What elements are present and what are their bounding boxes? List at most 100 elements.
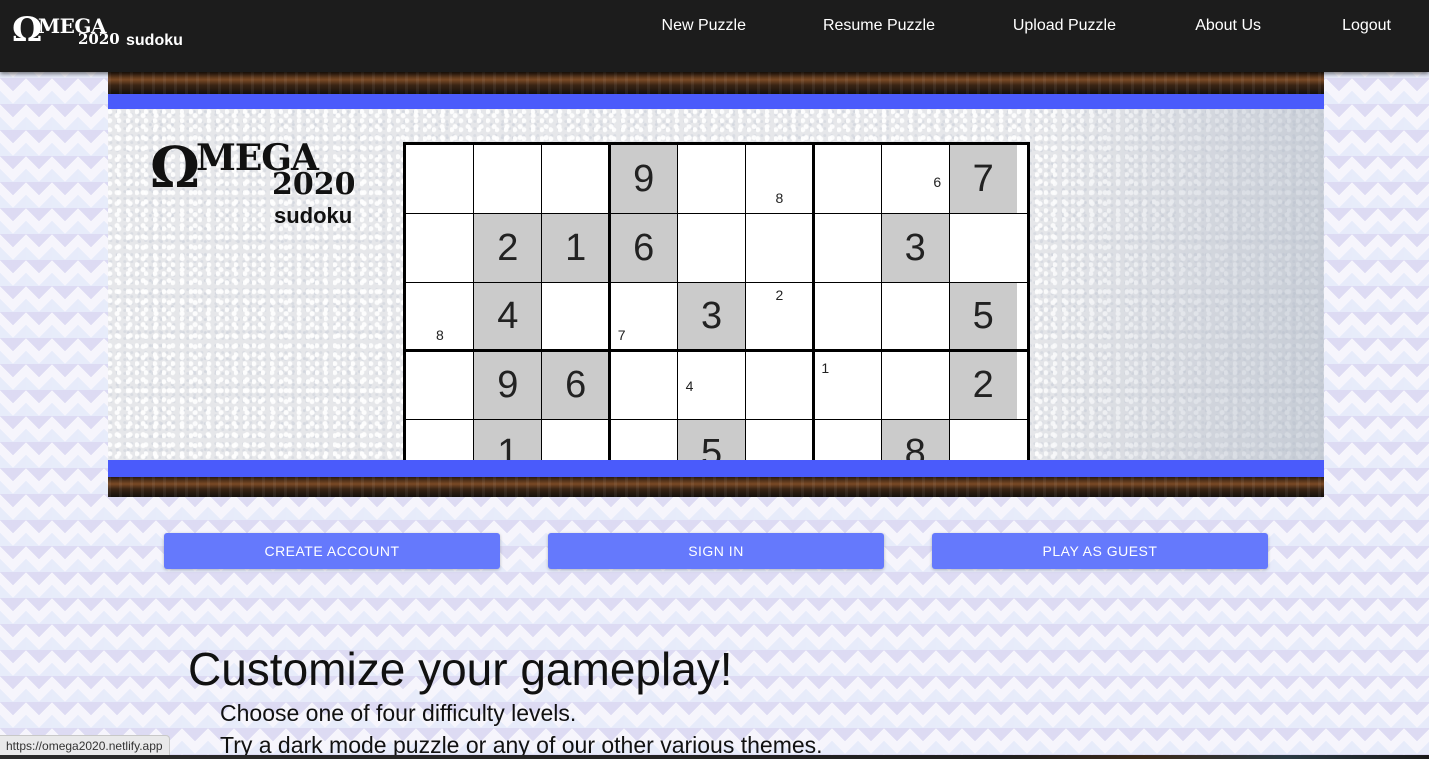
sudoku-cell: 1 [473,419,542,460]
sudoku-given-digit: 3 [904,226,926,269]
sudoku-cell: 2 [746,282,814,351]
sudoku-cell: 3 [677,282,746,351]
sudoku-given-digit: 2 [497,226,519,269]
sudoku-pencil-note: 4 [685,377,694,394]
logo-year-text: 2020 [78,30,120,48]
sudoku-cell: 4 [473,282,542,351]
sudoku-given-digit: 6 [565,363,587,406]
sudoku-cell [610,351,678,420]
grid-line-horizontal [406,213,1027,214]
sudoku-cell: 9 [609,145,678,214]
blue-band-top [108,94,1324,109]
sudoku-pencil-note: 8 [436,327,444,343]
sudoku-given-digit: 7 [972,158,994,200]
sudoku-cell: 3 [881,213,950,282]
sudoku-cell: 7 [949,145,1018,214]
sudoku-cell [949,419,1017,460]
hero-logo-omega-glyph: Ω [150,135,200,201]
sudoku-given-digit: 4 [497,295,519,337]
top-navbar: Ω MEGA 2020 sudoku New Puzzle Resume Puz… [0,0,1429,72]
features-heading: Customize your gameplay! [188,643,733,695]
sudoku-pencil-note: 1 [821,359,830,376]
play-as-guest-button[interactable]: PLAY AS GUEST [932,533,1268,569]
grid-line-horizontal [406,281,1027,283]
sudoku-cell: 6 [541,350,610,419]
sudoku-pencil-note: 7 [617,327,626,343]
grid-line-vertical [880,145,882,460]
logo-word-text: sudoku [126,32,183,49]
sudoku-pencil-note: 6 [933,174,942,190]
sudoku-cell: 5 [677,419,746,460]
sudoku-given-digit: 6 [633,226,655,269]
sudoku-cell: 4 [678,351,746,420]
sudoku-pencil-note: 8 [775,190,784,206]
sudoku-cell [474,145,542,214]
sudoku-cell [746,419,814,460]
sudoku-given-digit: 8 [904,432,926,460]
grid-line-vertical [473,145,475,460]
sudoku-cell [813,145,881,214]
sudoku-cell [406,351,474,420]
sign-in-button[interactable]: SIGN IN [548,533,884,569]
sudoku-given-digit: 3 [700,295,723,337]
grid-line-horizontal [406,418,1027,420]
wood-strip-top [108,72,1324,94]
sudoku-cell: 8 [406,282,474,351]
hero-logo: Ω MEGA 2020 sudoku [150,135,370,237]
sudoku-cell: 8 [746,145,814,214]
sudoku-cell [813,214,881,283]
sudoku-given-digit: 1 [497,432,519,460]
hero-logo-year-text: 2020 [272,167,356,202]
sudoku-cell [542,145,610,214]
taskbar-strip [0,755,1429,759]
sudoku-given-digit: 1 [565,226,587,269]
sudoku-cell [406,419,474,460]
feature-item-difficulty: Choose one of four difficulty levels. [220,700,577,726]
sudoku-cell [678,145,746,214]
sudoku-cell: 9 [473,350,542,419]
sudoku-grid-preview: 9 8 6 7 2 1 6 3 8 4 7 3 2 5 9 6 4 1 2 1 5 8 [403,142,1030,460]
sudoku-cell [746,214,814,283]
sudoku-cell: 1 [813,351,881,420]
sudoku-cell: 2 [473,213,542,282]
nav-logout-link[interactable]: Logout [1342,17,1391,35]
nav-about-us-link[interactable]: About Us [1195,17,1261,35]
sudoku-cell [406,145,474,214]
sudoku-cell [610,419,678,460]
sudoku-cell [881,351,949,420]
sudoku-cell [746,351,814,420]
nav-new-puzzle-link[interactable]: New Puzzle [662,17,746,35]
sudoku-cell: 1 [541,213,610,282]
sudoku-cell: 5 [949,282,1018,351]
nav-logo[interactable]: Ω MEGA 2020 sudoku [12,10,192,52]
grid-line-horizontal [406,349,1027,352]
sudoku-cell [949,214,1017,283]
sudoku-cell: 7 [610,282,678,351]
status-bar-url: https://omega2020.netlify.app [0,735,170,757]
sudoku-cell [542,419,610,460]
hero-banner: Ω MEGA 2020 sudoku 9 8 6 7 2 1 6 3 8 4 7 3 2 5 9 6 4 1 2 1 5… [108,72,1324,497]
sudoku-given-digit: 9 [633,158,655,200]
sudoku-given-digit: 5 [700,432,723,460]
sudoku-cell [406,214,474,283]
nav-upload-puzzle-link[interactable]: Upload Puzzle [1013,17,1116,35]
grid-line-vertical [608,145,612,460]
sudoku-given-digit: 9 [497,363,519,406]
sudoku-cell: 2 [949,350,1018,419]
nav-resume-puzzle-link[interactable]: Resume Puzzle [823,17,935,35]
sudoku-cell: 6 [609,213,678,282]
sudoku-given-digit: 5 [972,295,994,337]
wood-strip-bottom [108,477,1324,497]
sudoku-cell [881,282,949,351]
sudoku-cell [542,282,610,351]
sudoku-cell [678,214,746,283]
blue-band-bottom [108,460,1324,477]
sudoku-cell [813,282,881,351]
grid-line-vertical [948,145,950,460]
create-account-button[interactable]: CREATE ACCOUNT [164,533,500,569]
sudoku-cell: 8 [881,419,950,460]
hero-logo-word-text: sudoku [274,203,353,228]
grid-line-vertical [745,145,746,460]
sudoku-pencil-note: 2 [775,287,784,303]
grid-line-vertical [677,145,679,460]
